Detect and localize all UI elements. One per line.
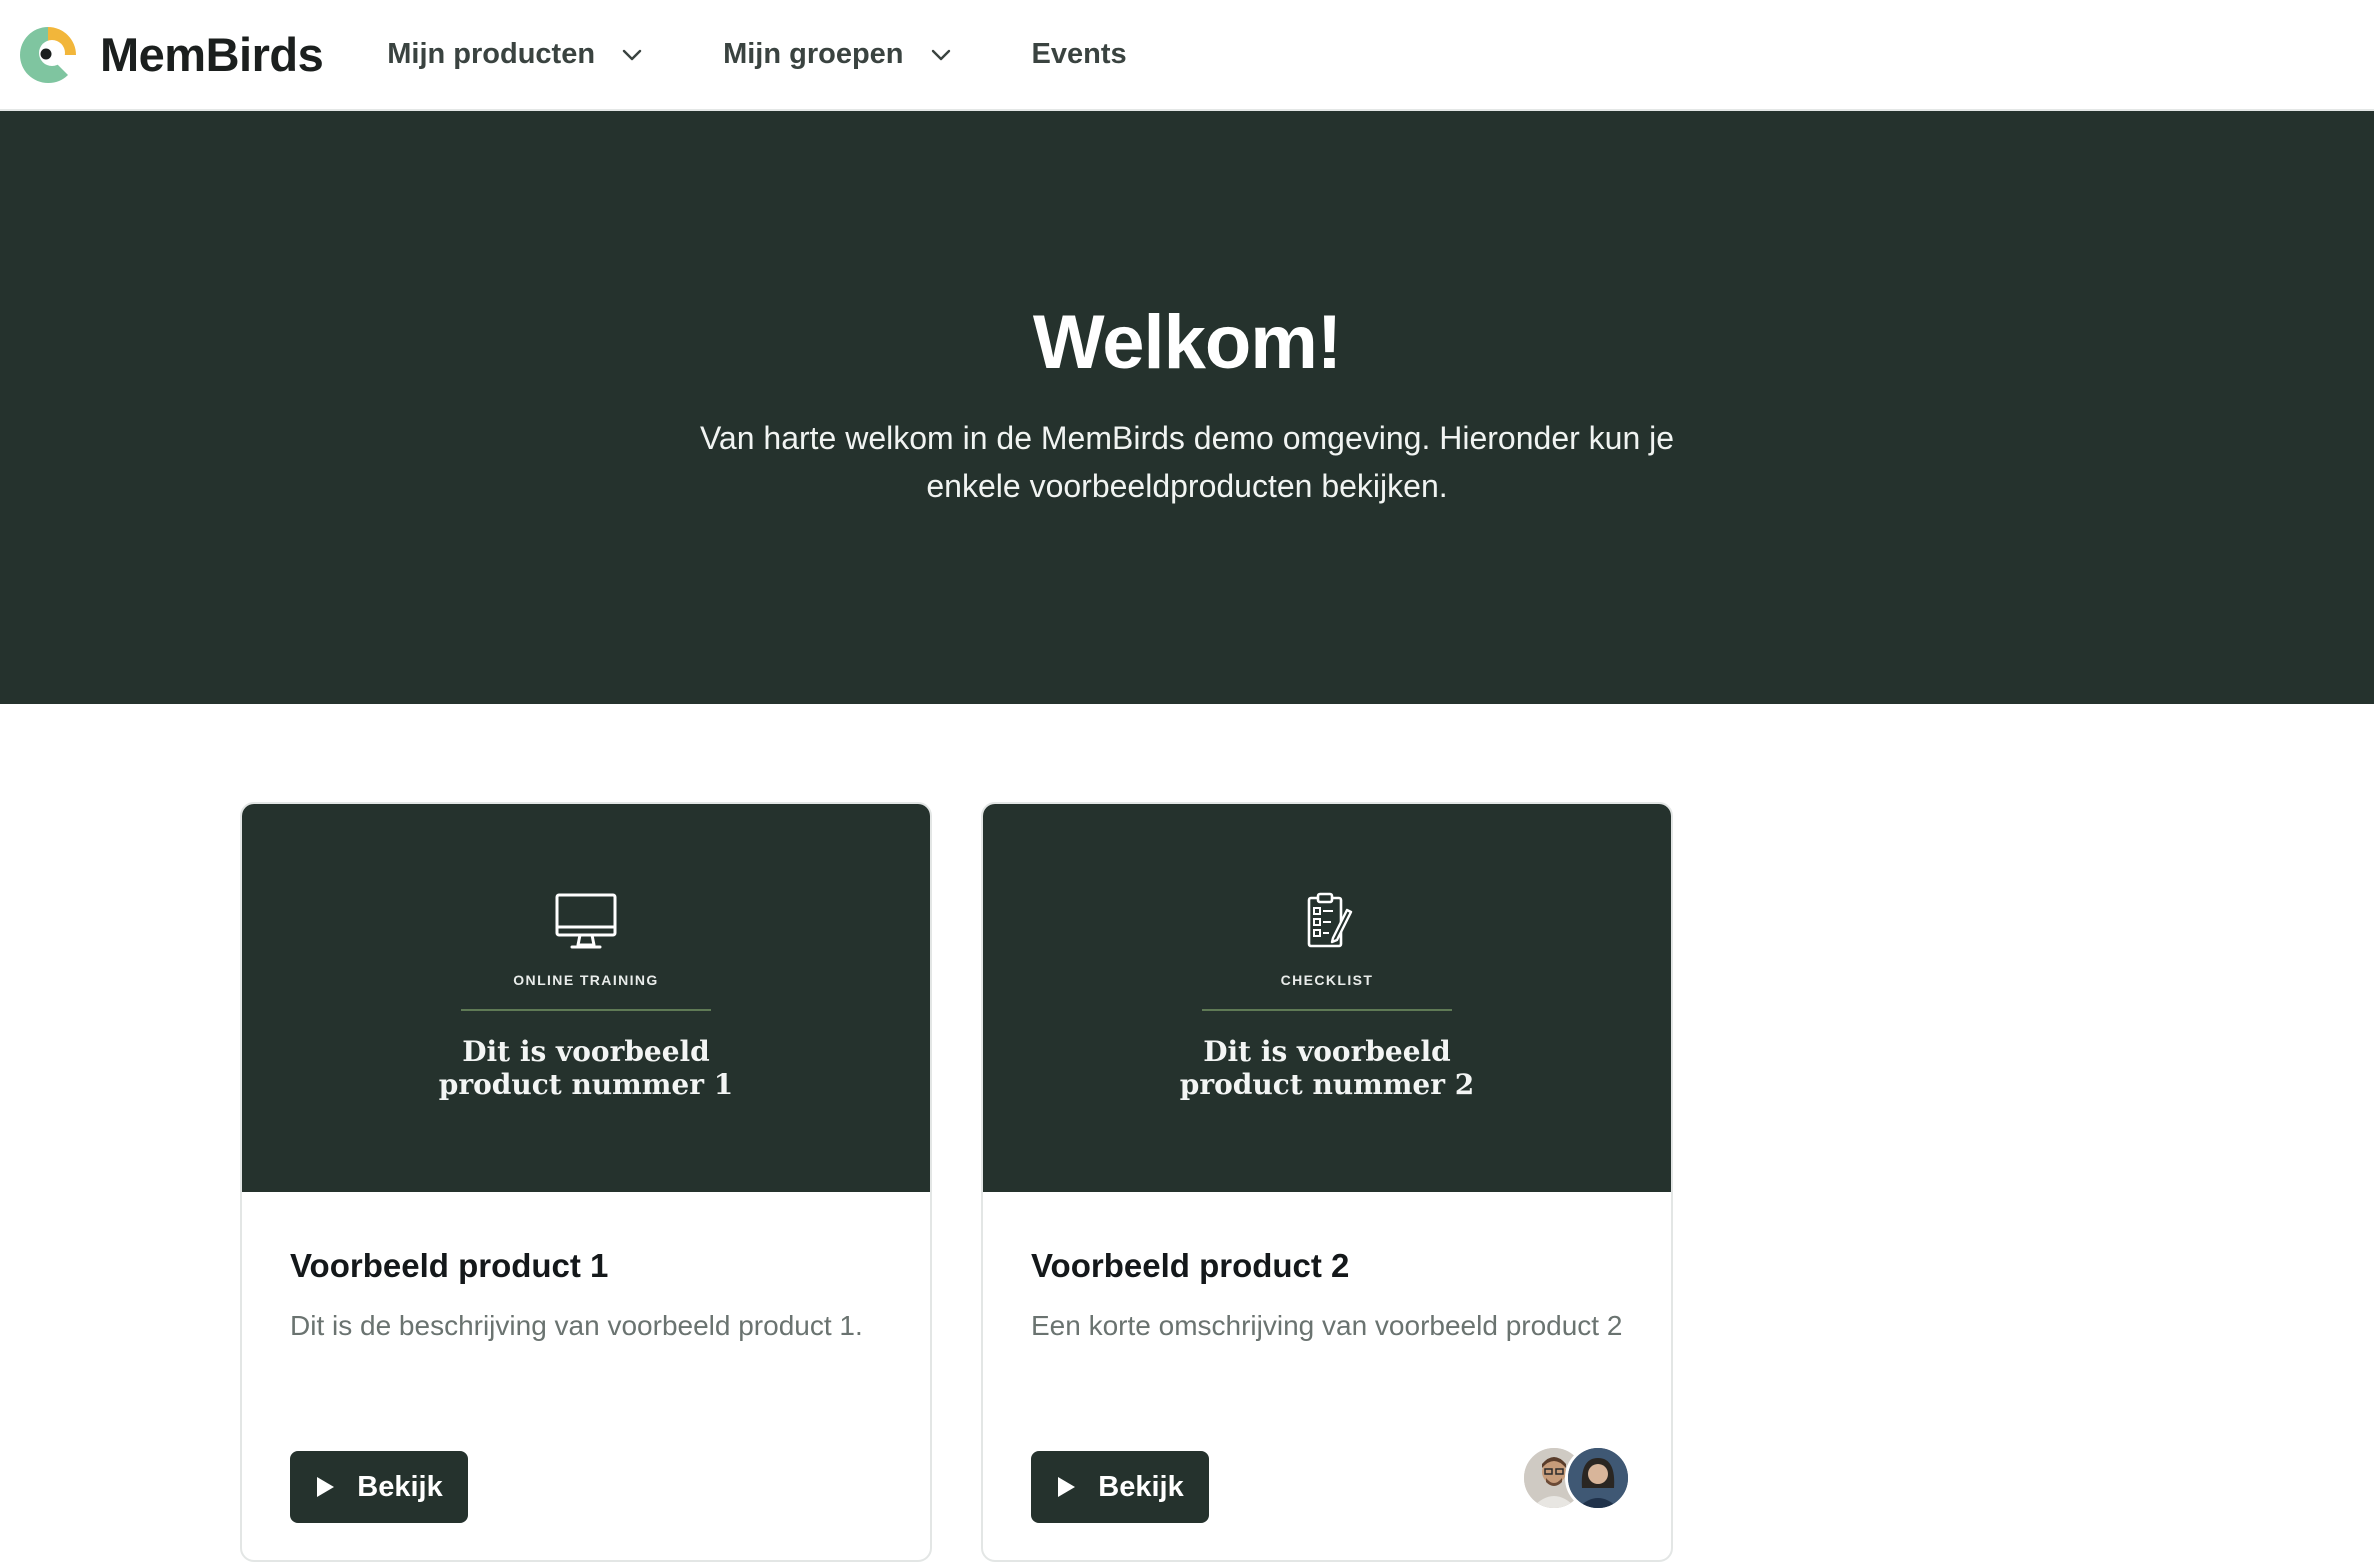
welcome-text: Van harte welkom in de MemBirds demo omg… xyxy=(699,420,1675,504)
clipboard-checklist-icon xyxy=(1307,892,1353,948)
product-title: Voorbeeld product 2 xyxy=(1031,1247,1350,1284)
page-title: Welkom! xyxy=(1032,300,1342,385)
chevron-down-icon xyxy=(931,49,950,60)
member-avatars xyxy=(1521,1445,1631,1511)
product-card[interactable]: CHECKLIST Dit is voorbeeld product numme… xyxy=(981,802,1673,1562)
play-icon xyxy=(317,1477,335,1497)
cover-divider xyxy=(461,1009,711,1011)
product-title: Voorbeeld product 1 xyxy=(290,1247,609,1284)
nav-my-groups-label: Mijn groepen xyxy=(723,38,904,70)
welcome-hero: Welkom! Van harte welkom in de MemBirds … xyxy=(0,111,2374,704)
view-button-label: Bekijk xyxy=(357,1470,443,1503)
cover-category: CHECKLIST xyxy=(1280,972,1374,988)
monitor-icon xyxy=(555,893,617,949)
nav-events-label: Events xyxy=(1031,38,1127,70)
play-icon xyxy=(1058,1477,1076,1497)
cover-category: ONLINE TRAINING xyxy=(513,972,659,988)
product-card[interactable]: ONLINE TRAINING Dit is voorbeeld product… xyxy=(240,802,932,1562)
avatar xyxy=(1565,1445,1631,1511)
product-description: Een korte omschrijving van voorbeeld pro… xyxy=(1031,1310,1623,1341)
brand-name: MemBirds xyxy=(100,28,324,81)
product-cover: ONLINE TRAINING Dit is voorbeeld product… xyxy=(242,804,930,1192)
top-navigation: MemBirds Mijn producten Mijn groepen Eve… xyxy=(0,0,2374,111)
view-button-label: Bekijk xyxy=(1098,1470,1184,1503)
nav-my-products[interactable]: Mijn producten xyxy=(387,38,643,71)
nav-my-groups[interactable]: Mijn groepen xyxy=(723,38,951,71)
nav-events[interactable]: Events xyxy=(1032,38,1127,71)
nav-my-products-label: Mijn producten xyxy=(387,38,596,70)
cover-title: Dit is voorbeeld product nummer 2 xyxy=(1179,1035,1475,1101)
cover-divider xyxy=(1202,1009,1452,1011)
membirds-logo-icon xyxy=(20,26,76,83)
brand[interactable]: MemBirds xyxy=(16,0,324,109)
chevron-down-icon xyxy=(622,49,642,60)
user-avatar-icon xyxy=(1568,1448,1628,1508)
cover-title: Dit is voorbeeld product nummer 1 xyxy=(438,1035,734,1101)
main-nav: Mijn producten Mijn groepen Events xyxy=(387,0,1206,109)
product-cover: CHECKLIST Dit is voorbeeld product numme… xyxy=(983,804,1671,1192)
view-product-button[interactable]: Bekijk xyxy=(290,1451,468,1523)
product-description: Dit is de beschrijving van voorbeeld pro… xyxy=(290,1310,863,1341)
view-product-button[interactable]: Bekijk xyxy=(1031,1451,1209,1523)
